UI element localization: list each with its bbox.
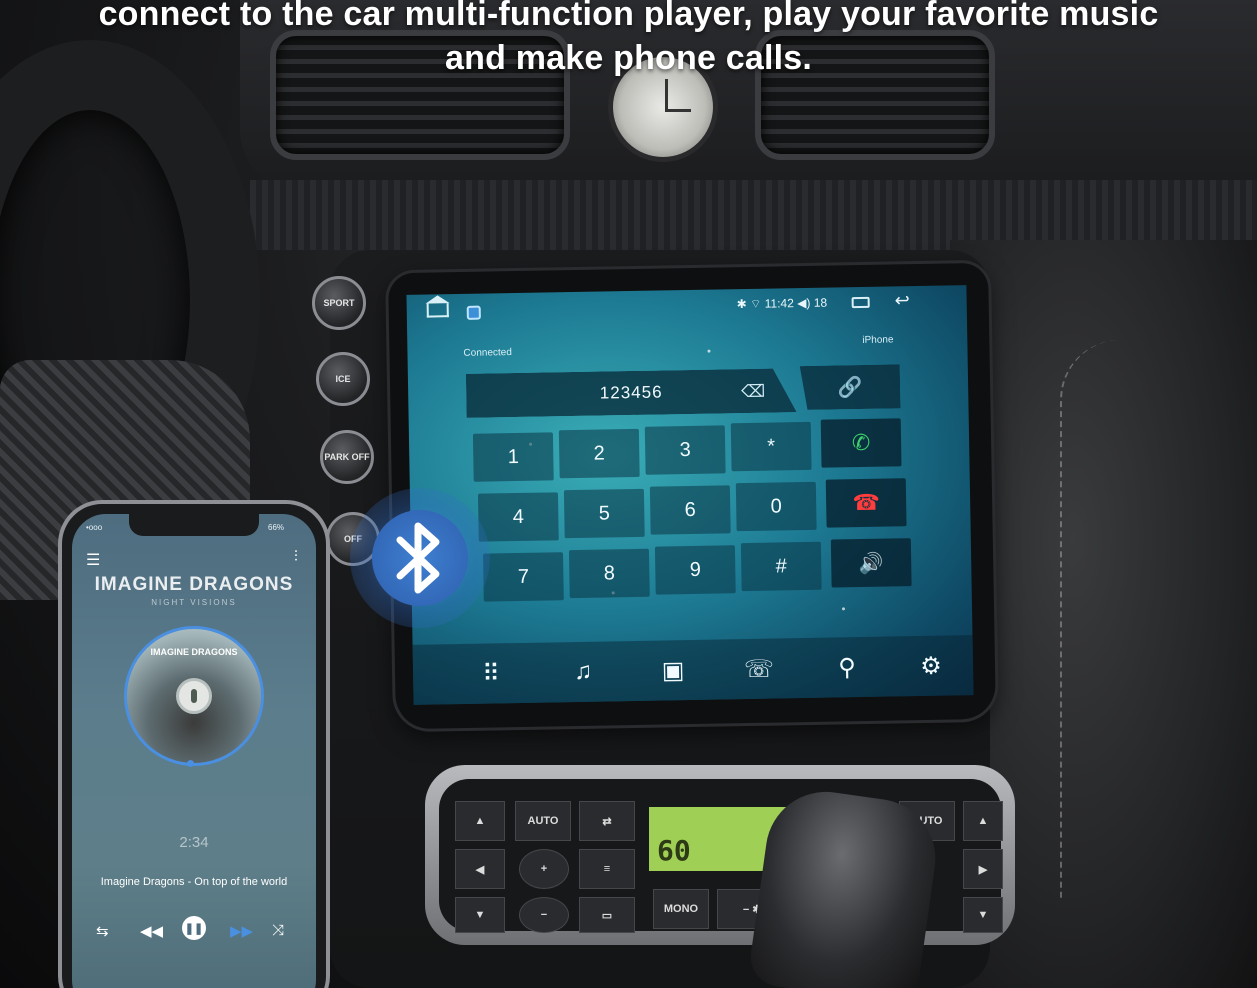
track-title: Imagine Dragons - On top of the world: [100, 876, 288, 888]
disc-hub: [176, 678, 212, 714]
call-log-icon[interactable]: ☏: [739, 650, 780, 687]
device-name: iPhone: [862, 334, 894, 346]
music-player-screen: •ooo 66% ☰ ⫶ IMAGINE DRAGONS NIGHT VISIO…: [72, 514, 316, 988]
volume-icon: ◀): [797, 295, 811, 311]
temp-up-right-button[interactable]: ▲: [963, 801, 1003, 841]
shuffle-icon[interactable]: ⤨: [272, 922, 284, 939]
phone-notch: [129, 514, 259, 536]
settings-icon[interactable]: ⚙: [911, 647, 952, 684]
bluetooth-icon: ✱: [736, 296, 747, 312]
status-time: 11:42: [764, 296, 794, 311]
wifi-icon: ⌔: [749, 296, 762, 311]
key-hash[interactable]: #: [740, 541, 822, 592]
hangup-icon: ☎: [852, 489, 881, 516]
contacts-icon[interactable]: ▣: [653, 652, 694, 689]
bluetooth-badge: [372, 510, 468, 606]
key-5[interactable]: 5: [563, 488, 645, 539]
pair-icon[interactable]: ⚲: [827, 649, 868, 686]
album-art-title: IMAGINE DRAGONS: [150, 647, 238, 657]
status-readout: ✱ ⌔ 11:42 ◀) 18: [737, 296, 828, 313]
fan-minus-button[interactable]: −: [519, 897, 569, 933]
headline-line-1: connect to the car multi-function player…: [98, 0, 1159, 33]
head-unit-screen: ✱ ⌔ 11:42 ◀) 18 ↩ Connected iPhone 123 45…: [406, 285, 974, 705]
call-icon: ✆: [851, 429, 871, 456]
backspace-icon[interactable]: ⌫: [741, 382, 765, 402]
next-icon[interactable]: ▶▶: [230, 922, 253, 940]
mono-button[interactable]: MONO: [653, 889, 709, 929]
elapsed-time: 2:34: [179, 834, 209, 851]
vent-mode-button[interactable]: ≡: [579, 849, 635, 889]
stitching: [1060, 340, 1257, 900]
equalizer-icon[interactable]: ⫶: [294, 548, 298, 565]
artist-name: IMAGINE DRAGONS: [94, 574, 294, 595]
music-icon[interactable]: ♫: [563, 654, 604, 691]
ice-button[interactable]: ICE: [316, 352, 370, 406]
sport-button[interactable]: SPORT: [312, 276, 366, 330]
key-8[interactable]: 8: [568, 548, 650, 599]
temp-right-button[interactable]: ▶: [963, 849, 1003, 889]
link-icon: 🔗: [837, 376, 863, 399]
recent-apps-icon[interactable]: [851, 296, 870, 309]
bluetooth-icon: [396, 522, 440, 594]
speaker-icon: 🔊: [858, 552, 884, 575]
temp-up-left-button[interactable]: ▲: [455, 801, 505, 841]
dialpad-icon[interactable]: ⠿: [471, 655, 512, 692]
signal-indicator: •ooo: [86, 523, 103, 532]
progress-handle[interactable]: [187, 760, 194, 767]
repeat-icon[interactable]: ⇆: [96, 922, 109, 940]
battery-indicator: 66%: [268, 523, 285, 532]
album-art-disc: IMAGINE DRAGONS: [124, 626, 264, 766]
home-icon[interactable]: [426, 303, 449, 318]
hangup-button[interactable]: ☎: [825, 478, 907, 528]
defrost-button[interactable]: ▭: [579, 897, 635, 933]
key-9[interactable]: 9: [654, 545, 736, 595]
headline: connect to the car multi-function player…: [0, 0, 1257, 80]
key-4[interactable]: 4: [477, 492, 559, 542]
key-2[interactable]: 2: [558, 428, 640, 479]
key-7[interactable]: 7: [482, 552, 564, 602]
back-icon[interactable]: ↩: [894, 290, 909, 311]
sparkle: [707, 349, 711, 353]
headline-line-2: and make phone calls.: [445, 39, 812, 77]
link-button[interactable]: 🔗: [800, 364, 901, 410]
app-icon[interactable]: [466, 305, 481, 320]
key-3[interactable]: 3: [644, 425, 726, 475]
auto-left-button[interactable]: AUTO: [515, 801, 571, 841]
temp-down-right-button[interactable]: ▼: [963, 897, 1003, 933]
call-button[interactable]: ✆: [820, 418, 902, 468]
menu-icon[interactable]: ☰: [86, 550, 100, 570]
previous-icon[interactable]: ◀◀: [140, 922, 163, 940]
volume-level: 18: [813, 295, 828, 310]
album-name: NIGHT VISIONS: [151, 598, 237, 607]
speaker-button[interactable]: 🔊: [830, 538, 912, 588]
sparkle: [841, 607, 846, 611]
key-0[interactable]: 0: [735, 481, 817, 532]
recirculation-button[interactable]: ⇄: [579, 801, 635, 841]
temp-left-button[interactable]: ◀: [455, 849, 505, 889]
key-1[interactable]: 1: [472, 432, 554, 482]
pause-icon[interactable]: ❚❚: [182, 916, 206, 940]
temp-down-left-button[interactable]: ▼: [455, 897, 505, 933]
key-6[interactable]: 6: [649, 485, 731, 535]
fan-plus-button[interactable]: +: [519, 849, 569, 889]
park-off-button[interactable]: PARK OFF: [320, 430, 374, 484]
car-interior-photo: connect to the car multi-function player…: [0, 0, 1257, 988]
smartphone: •ooo 66% ☰ ⫶ IMAGINE DRAGONS NIGHT VISIO…: [58, 500, 330, 988]
connection-status: Connected: [463, 347, 512, 359]
key-star[interactable]: *: [730, 421, 812, 472]
